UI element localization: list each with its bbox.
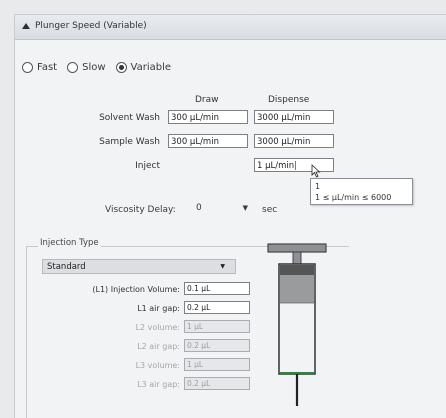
sample-wash-label: Sample Wash bbox=[99, 137, 160, 147]
l1-injection-volume-field[interactable]: 0.1 µL bbox=[184, 282, 250, 295]
tooltip-range: 1 ≤ µL/min ≤ 6000 bbox=[315, 193, 392, 202]
mouse-pointer-icon bbox=[311, 164, 321, 178]
syringe-plunger-rod bbox=[292, 251, 302, 265]
syringe-fill bbox=[280, 275, 314, 303]
viscosity-delay-select[interactable]: 0 ▼ bbox=[192, 200, 254, 216]
l3-air-gap-label: L3 air gap: bbox=[137, 380, 180, 389]
column-draw: Draw bbox=[195, 95, 219, 105]
sample-wash-dispense-field[interactable]: 3000 µL/min bbox=[254, 134, 334, 148]
tooltip-value: 1 bbox=[315, 182, 321, 191]
radio-variable[interactable] bbox=[115, 62, 127, 73]
range-tooltip: 1 1 ≤ µL/min ≤ 6000 bbox=[310, 178, 413, 205]
viscosity-unit: sec bbox=[262, 205, 278, 215]
l3-volume-label: L3 volume: bbox=[135, 361, 180, 370]
radio-slow-label[interactable]: Slow bbox=[82, 62, 105, 73]
radio-fast-label[interactable]: Fast bbox=[37, 62, 57, 73]
dropdown-arrow-icon: ▼ bbox=[242, 204, 248, 212]
text-cursor-icon: | bbox=[294, 161, 298, 171]
solvent-wash-dispense-field[interactable]: 3000 µL/min bbox=[254, 110, 334, 124]
l2-air-gap-label: L2 air gap: bbox=[137, 342, 180, 351]
solvent-wash-draw-field[interactable]: 300 µL/min bbox=[168, 110, 248, 124]
l3-air-gap-field: 0.2 µL bbox=[184, 377, 250, 390]
sample-wash-draw-field[interactable]: 300 µL/min bbox=[168, 134, 248, 148]
l1-air-gap-label: L1 air gap: bbox=[137, 304, 180, 313]
panel-title: Plunger Speed (Variable) bbox=[35, 21, 147, 31]
collapse-triangle-icon[interactable] bbox=[22, 23, 30, 29]
inject-dispense-field[interactable]: 1 µL/min| bbox=[254, 158, 334, 172]
column-dispense: Dispense bbox=[268, 95, 310, 105]
radio-variable-label[interactable]: Variable bbox=[131, 62, 172, 73]
speed-mode-group: Fast Slow Variable bbox=[22, 62, 181, 73]
injection-type-value: Standard bbox=[47, 262, 86, 272]
viscosity-delay-value: 0 bbox=[196, 203, 202, 213]
l1-air-gap-field[interactable]: 0.2 µL bbox=[184, 301, 250, 314]
injection-type-title: Injection Type bbox=[38, 238, 101, 248]
syringe-plunger-cap bbox=[267, 243, 327, 253]
l1-injection-volume-label: (L1) Injection Volume: bbox=[92, 285, 180, 294]
l3-volume-field: 1 µL bbox=[184, 358, 250, 371]
l2-volume-field: 1 µL bbox=[184, 320, 250, 333]
injection-type-select[interactable]: Standard ▼ bbox=[42, 259, 236, 274]
radio-fast[interactable] bbox=[22, 62, 33, 73]
syringe-plunger-head bbox=[280, 265, 314, 275]
solvent-wash-label: Solvent Wash bbox=[99, 113, 160, 123]
inject-dispense-value: 1 µL/min bbox=[257, 161, 295, 171]
panel-header[interactable]: Plunger Speed (Variable) bbox=[15, 15, 446, 40]
radio-slow[interactable] bbox=[67, 62, 79, 73]
inject-label: Inject bbox=[135, 161, 160, 171]
syringe-illustration bbox=[267, 243, 327, 406]
dropdown-arrow-icon: ▼ bbox=[220, 263, 225, 270]
l2-volume-label: L2 volume: bbox=[135, 323, 180, 332]
viscosity-delay-label: Viscosity Delay: bbox=[105, 205, 176, 215]
l2-air-gap-field: 0.2 µL bbox=[184, 339, 250, 352]
